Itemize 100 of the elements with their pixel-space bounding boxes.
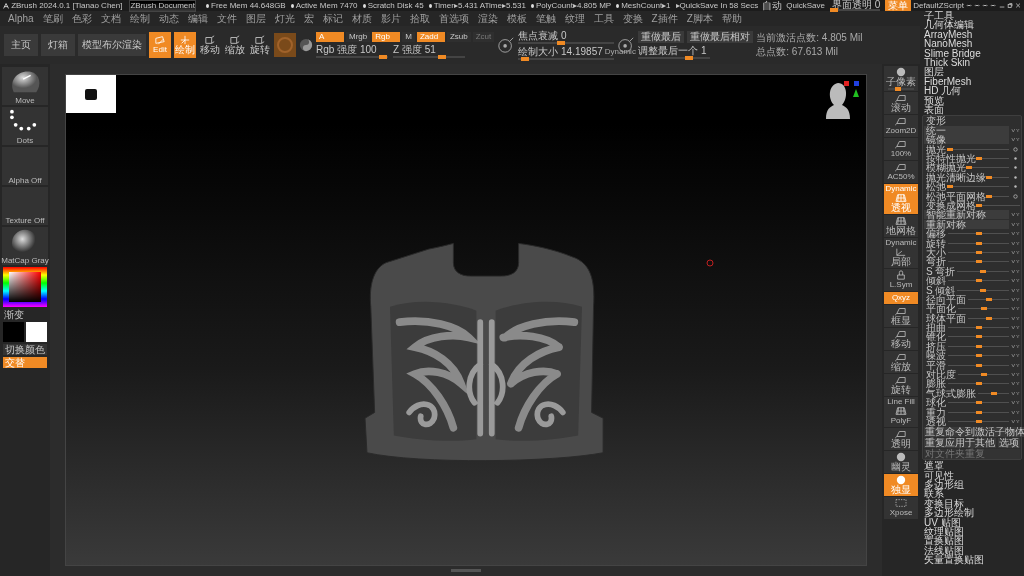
slider-thumb[interactable]: [557, 41, 566, 45]
slider-thumb[interactable]: [976, 204, 983, 207]
menu-item[interactable]: 文档: [96, 12, 125, 25]
mode-button[interactable]: 缩放: [224, 32, 246, 58]
deform-button[interactable]: 镜像: [924, 135, 1009, 145]
menu-item[interactable]: Z插件: [647, 12, 682, 25]
color-picker[interactable]: [3, 267, 47, 307]
deform-button[interactable]: 统一: [924, 125, 1009, 135]
dot-icon[interactable]: [1011, 156, 1020, 162]
slider-thumb[interactable]: [975, 420, 982, 423]
dot-icon[interactable]: [1011, 184, 1020, 190]
slider-thumb[interactable]: [985, 175, 992, 179]
nav-button[interactable]: 灯箱: [41, 34, 75, 56]
axes-icon[interactable]: [1011, 240, 1020, 246]
menu-item[interactable]: 模板: [502, 12, 531, 25]
shelf-tile[interactable]: Alpha Off: [2, 147, 48, 185]
panel-menu-item[interactable]: 表面: [922, 104, 1022, 115]
slider-thumb[interactable]: [830, 8, 839, 12]
slider-thumb[interactable]: [684, 56, 693, 60]
slider-thumb[interactable]: [975, 157, 982, 161]
layout-icon[interactable]: [990, 2, 997, 9]
color-swatch[interactable]: [3, 322, 24, 342]
slider-thumb[interactable]: [985, 297, 992, 301]
menu-item[interactable]: Z脚本: [682, 12, 717, 25]
view-button[interactable]: Line Fill PolyF: [884, 397, 918, 427]
axes-icon[interactable]: [1011, 315, 1020, 321]
axes-icon[interactable]: [1011, 325, 1020, 331]
slider-thumb[interactable]: [975, 363, 982, 367]
axes-icon[interactable]: [1011, 381, 1020, 387]
toggle-button[interactable]: Mrgb: [346, 32, 371, 42]
color-swatch[interactable]: [26, 322, 47, 342]
menu-item[interactable]: 动态: [154, 12, 183, 25]
panel-menu-item[interactable]: 子工具: [922, 11, 1022, 21]
axes-icon[interactable]: [1011, 296, 1020, 302]
slider-thumb[interactable]: [975, 410, 982, 414]
slider-thumb[interactable]: [521, 57, 529, 61]
view-button[interactable]: 缩放: [884, 351, 918, 373]
panel-menu-item[interactable]: UV 贴图: [922, 517, 1022, 527]
action-button[interactable]: 重复命令到激活子物体: [924, 427, 1024, 438]
slider-thumb[interactable]: [975, 279, 982, 283]
switch-color-button[interactable]: 切换颜色: [3, 344, 47, 355]
slider-thumb[interactable]: [985, 316, 992, 320]
dot-icon[interactable]: [1011, 165, 1020, 171]
slider-thumb[interactable]: [437, 55, 446, 59]
axes-icon[interactable]: [1011, 306, 1020, 312]
axes-icon[interactable]: [1011, 127, 1020, 133]
menu-item[interactable]: 帮助: [717, 12, 746, 25]
panel-menu-item[interactable]: 置换贴图: [922, 536, 1022, 546]
panel-menu-item[interactable]: 几何体编辑: [922, 20, 1022, 30]
slider-thumb[interactable]: [966, 166, 973, 170]
slider-thumb[interactable]: [975, 354, 982, 358]
shelf-tile[interactable]: Dots: [2, 107, 48, 145]
axes-icon[interactable]: [1011, 137, 1020, 143]
slider-thumb[interactable]: [975, 260, 982, 264]
menu-item[interactable]: Alpha: [4, 12, 38, 25]
view-button[interactable]: 框显: [884, 305, 918, 327]
slider-thumb[interactable]: [975, 335, 982, 339]
nav-button[interactable]: 模型布尔渲染: [78, 34, 146, 56]
deform-button[interactable]: 重新对称: [924, 219, 1009, 229]
menu-item[interactable]: 工具: [589, 12, 618, 25]
axes-icon[interactable]: [1011, 343, 1020, 349]
view-button[interactable]: 旋转: [884, 374, 918, 396]
scrollbar-handle[interactable]: [451, 569, 481, 572]
layout-icon[interactable]: [982, 2, 989, 9]
redo-button[interactable]: 重做最后: [638, 31, 685, 43]
menu-item[interactable]: 文件: [212, 12, 241, 25]
slider-thumb[interactable]: [946, 147, 953, 151]
view-button[interactable]: AC50%: [884, 161, 918, 183]
view-button[interactable]: 透明: [884, 428, 918, 450]
restore-icon[interactable]: [1006, 2, 1013, 9]
menu-item[interactable]: 图层: [241, 12, 270, 25]
slider-thumb[interactable]: [985, 194, 992, 198]
view-button[interactable]: L.Sym: [884, 269, 918, 291]
slider-thumb[interactable]: [980, 269, 987, 273]
brush-circle-icon[interactable]: [497, 36, 516, 54]
menu-item[interactable]: 变换: [618, 12, 647, 25]
panel-menu-item[interactable]: 变换目标: [922, 498, 1022, 509]
toggle-button[interactable]: Zsub: [446, 32, 471, 42]
menu-item[interactable]: 色彩: [67, 12, 96, 25]
slider-thumb[interactable]: [975, 401, 982, 405]
axes-icon[interactable]: [1011, 249, 1020, 255]
axes-icon[interactable]: [1011, 400, 1020, 406]
menu-item[interactable]: 编辑: [183, 12, 212, 25]
view-button[interactable]: 100%: [884, 138, 918, 160]
panel-menu-item[interactable]: 矢量置换贴图: [922, 555, 1022, 565]
shelf-tile[interactable]: Texture Off: [2, 187, 48, 225]
view-button[interactable]: 移动: [884, 328, 918, 350]
panel-menu-item[interactable]: HD 几何: [922, 86, 1022, 96]
shelf-tile[interactable]: Move: [2, 67, 48, 105]
menu-item[interactable]: 灯光: [270, 12, 299, 25]
nav-button[interactable]: 主页: [4, 34, 38, 56]
panel-menu-item[interactable]: 多边形组: [922, 479, 1022, 490]
slider-thumb[interactable]: [975, 326, 982, 330]
menu-item[interactable]: 笔刷: [38, 12, 67, 25]
menu-item[interactable]: 纹理: [560, 12, 589, 25]
panel-menu-item[interactable]: FiberMesh: [922, 76, 1022, 87]
document-canvas[interactable]: [65, 74, 867, 566]
slider-thumb[interactable]: [975, 250, 982, 254]
menu-item[interactable]: 绘制: [125, 12, 154, 25]
panel-menu-item[interactable]: NanoMesh: [922, 39, 1022, 49]
